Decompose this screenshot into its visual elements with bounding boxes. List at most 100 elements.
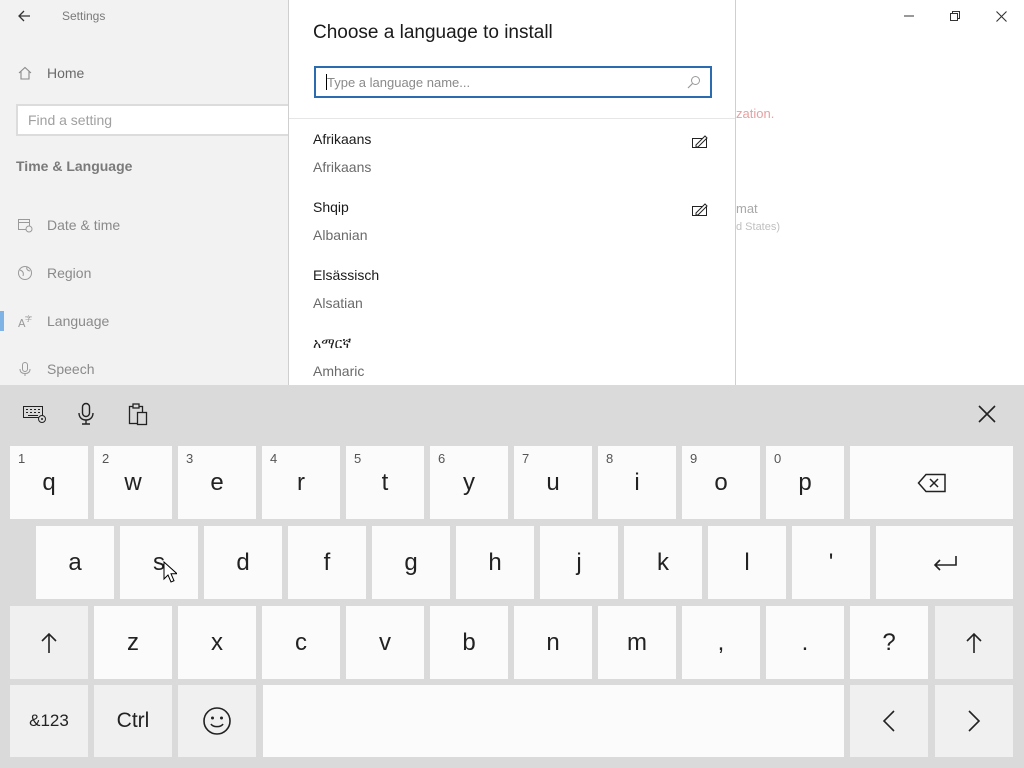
key-shift-right[interactable] [935,606,1013,679]
keyboard-settings-icon [23,406,46,423]
key-label: ? [882,628,896,656]
language-native-name: Shqip [313,199,349,215]
key-f[interactable]: f [288,526,366,599]
key-alt-digit: 5 [354,451,362,466]
language-search-box[interactable] [314,66,712,98]
key-i[interactable]: 8i [598,446,676,519]
key-alt-digit: 9 [690,451,698,466]
content-fragment-red: zation. [736,106,775,121]
clipboard-icon [128,403,148,426]
key-n[interactable]: n [514,606,592,679]
key-w[interactable]: 2w [94,446,172,519]
nav-date-time-label: Date & time [47,217,121,233]
key-k[interactable]: k [624,526,702,599]
key-alt-digit: 3 [186,451,194,466]
key-j[interactable]: j [540,526,618,599]
back-button[interactable] [12,4,36,28]
key-arrow-right[interactable] [935,685,1013,757]
keyboard-settings-button[interactable] [21,400,49,428]
key-alt-digit: 1 [18,451,26,466]
language-item[interactable]: Shqip Albanian [289,199,735,267]
key-d[interactable]: d [204,526,282,599]
key-a[interactable]: a [36,526,114,599]
key-label: t [381,468,389,496]
key-o[interactable]: 9o [682,446,760,519]
nav-language[interactable]: A字 Language [0,301,290,341]
shift-arrow-icon [966,632,982,653]
key-u[interactable]: 7u [514,446,592,519]
key-label: b [462,628,476,656]
language-native-name: አማርኛ [313,335,352,351]
key-m[interactable]: m [598,606,676,679]
language-item[interactable]: አማርኛ Amharic [289,335,735,385]
key-label: f [323,548,331,576]
close-keyboard-button[interactable] [973,400,1001,428]
microphone-icon [16,360,34,378]
restore-button[interactable] [932,0,978,32]
key-label: j [576,548,582,576]
minimize-button[interactable] [886,0,932,32]
backspace-icon [916,473,946,492]
content-fragment-format: mat [736,201,758,216]
enter-icon [933,555,957,571]
search-icon[interactable] [686,74,702,90]
key-x[interactable]: x [178,606,256,679]
language-item[interactable]: Elsässisch Alsatian [289,267,735,335]
key-emoji[interactable] [178,685,256,757]
key-apostrophe[interactable]: ' [792,526,870,599]
key-period[interactable]: . [766,606,844,679]
clipboard-button[interactable] [124,400,152,428]
key-b[interactable]: b [430,606,508,679]
key-label: h [488,548,502,576]
key-space[interactable] [263,685,844,757]
key-r[interactable]: 4r [262,446,340,519]
nav-date-time[interactable]: Date & time [0,205,290,245]
nav-region[interactable]: Region [0,253,290,293]
key-y[interactable]: 6y [430,446,508,519]
dictation-button[interactable] [72,400,100,428]
key-s[interactable]: s [120,526,198,599]
key-label: ' [828,548,834,576]
key-l[interactable]: l [708,526,786,599]
key-p[interactable]: 0p [766,446,844,519]
language-english-name: Alsatian [313,295,363,311]
globe-icon [16,264,34,282]
language-english-name: Albanian [313,227,368,243]
language-item[interactable]: Afrikaans Afrikaans [289,131,735,199]
key-shift-left[interactable] [10,606,88,679]
key-label: &123 [29,711,69,730]
key-label: i [634,468,640,496]
language-search-input[interactable] [316,68,666,96]
key-enter[interactable] [876,526,1013,599]
key-h[interactable]: h [456,526,534,599]
key-question[interactable]: ? [850,606,928,679]
key-v[interactable]: v [346,606,424,679]
language-native-name: Elsässisch [313,267,380,283]
nav-speech[interactable]: Speech [0,349,290,389]
section-title: Time & Language [16,158,133,174]
key-c[interactable]: c [262,606,340,679]
key-backspace[interactable] [850,446,1013,519]
find-setting-input[interactable] [18,106,258,134]
language-english-name: Afrikaans [313,159,372,175]
close-window-button[interactable] [978,0,1024,32]
key-e[interactable]: 3e [178,446,256,519]
key-ctrl[interactable]: Ctrl [94,685,172,757]
key-alt-digit: 6 [438,451,446,466]
key-label: x [211,628,223,656]
language-icon: A字 [16,312,34,330]
key-g[interactable]: g [372,526,450,599]
content-fragment-region: d States) [736,221,781,233]
key-alt-digit: 8 [606,451,614,466]
key-symbols[interactable]: &123 [10,685,88,757]
nav-home[interactable]: Home [0,53,290,93]
key-z[interactable]: z [94,606,172,679]
key-t[interactable]: 5t [346,446,424,519]
key-q[interactable]: 1q [10,446,88,519]
nav-speech-label: Speech [47,361,95,377]
find-setting-box[interactable] [16,104,290,136]
key-comma[interactable]: , [682,606,760,679]
settings-sidebar: Settings Home Time & Language Date & tim… [0,0,290,385]
key-alt-digit: 7 [522,451,530,466]
key-arrow-left[interactable] [850,685,928,757]
